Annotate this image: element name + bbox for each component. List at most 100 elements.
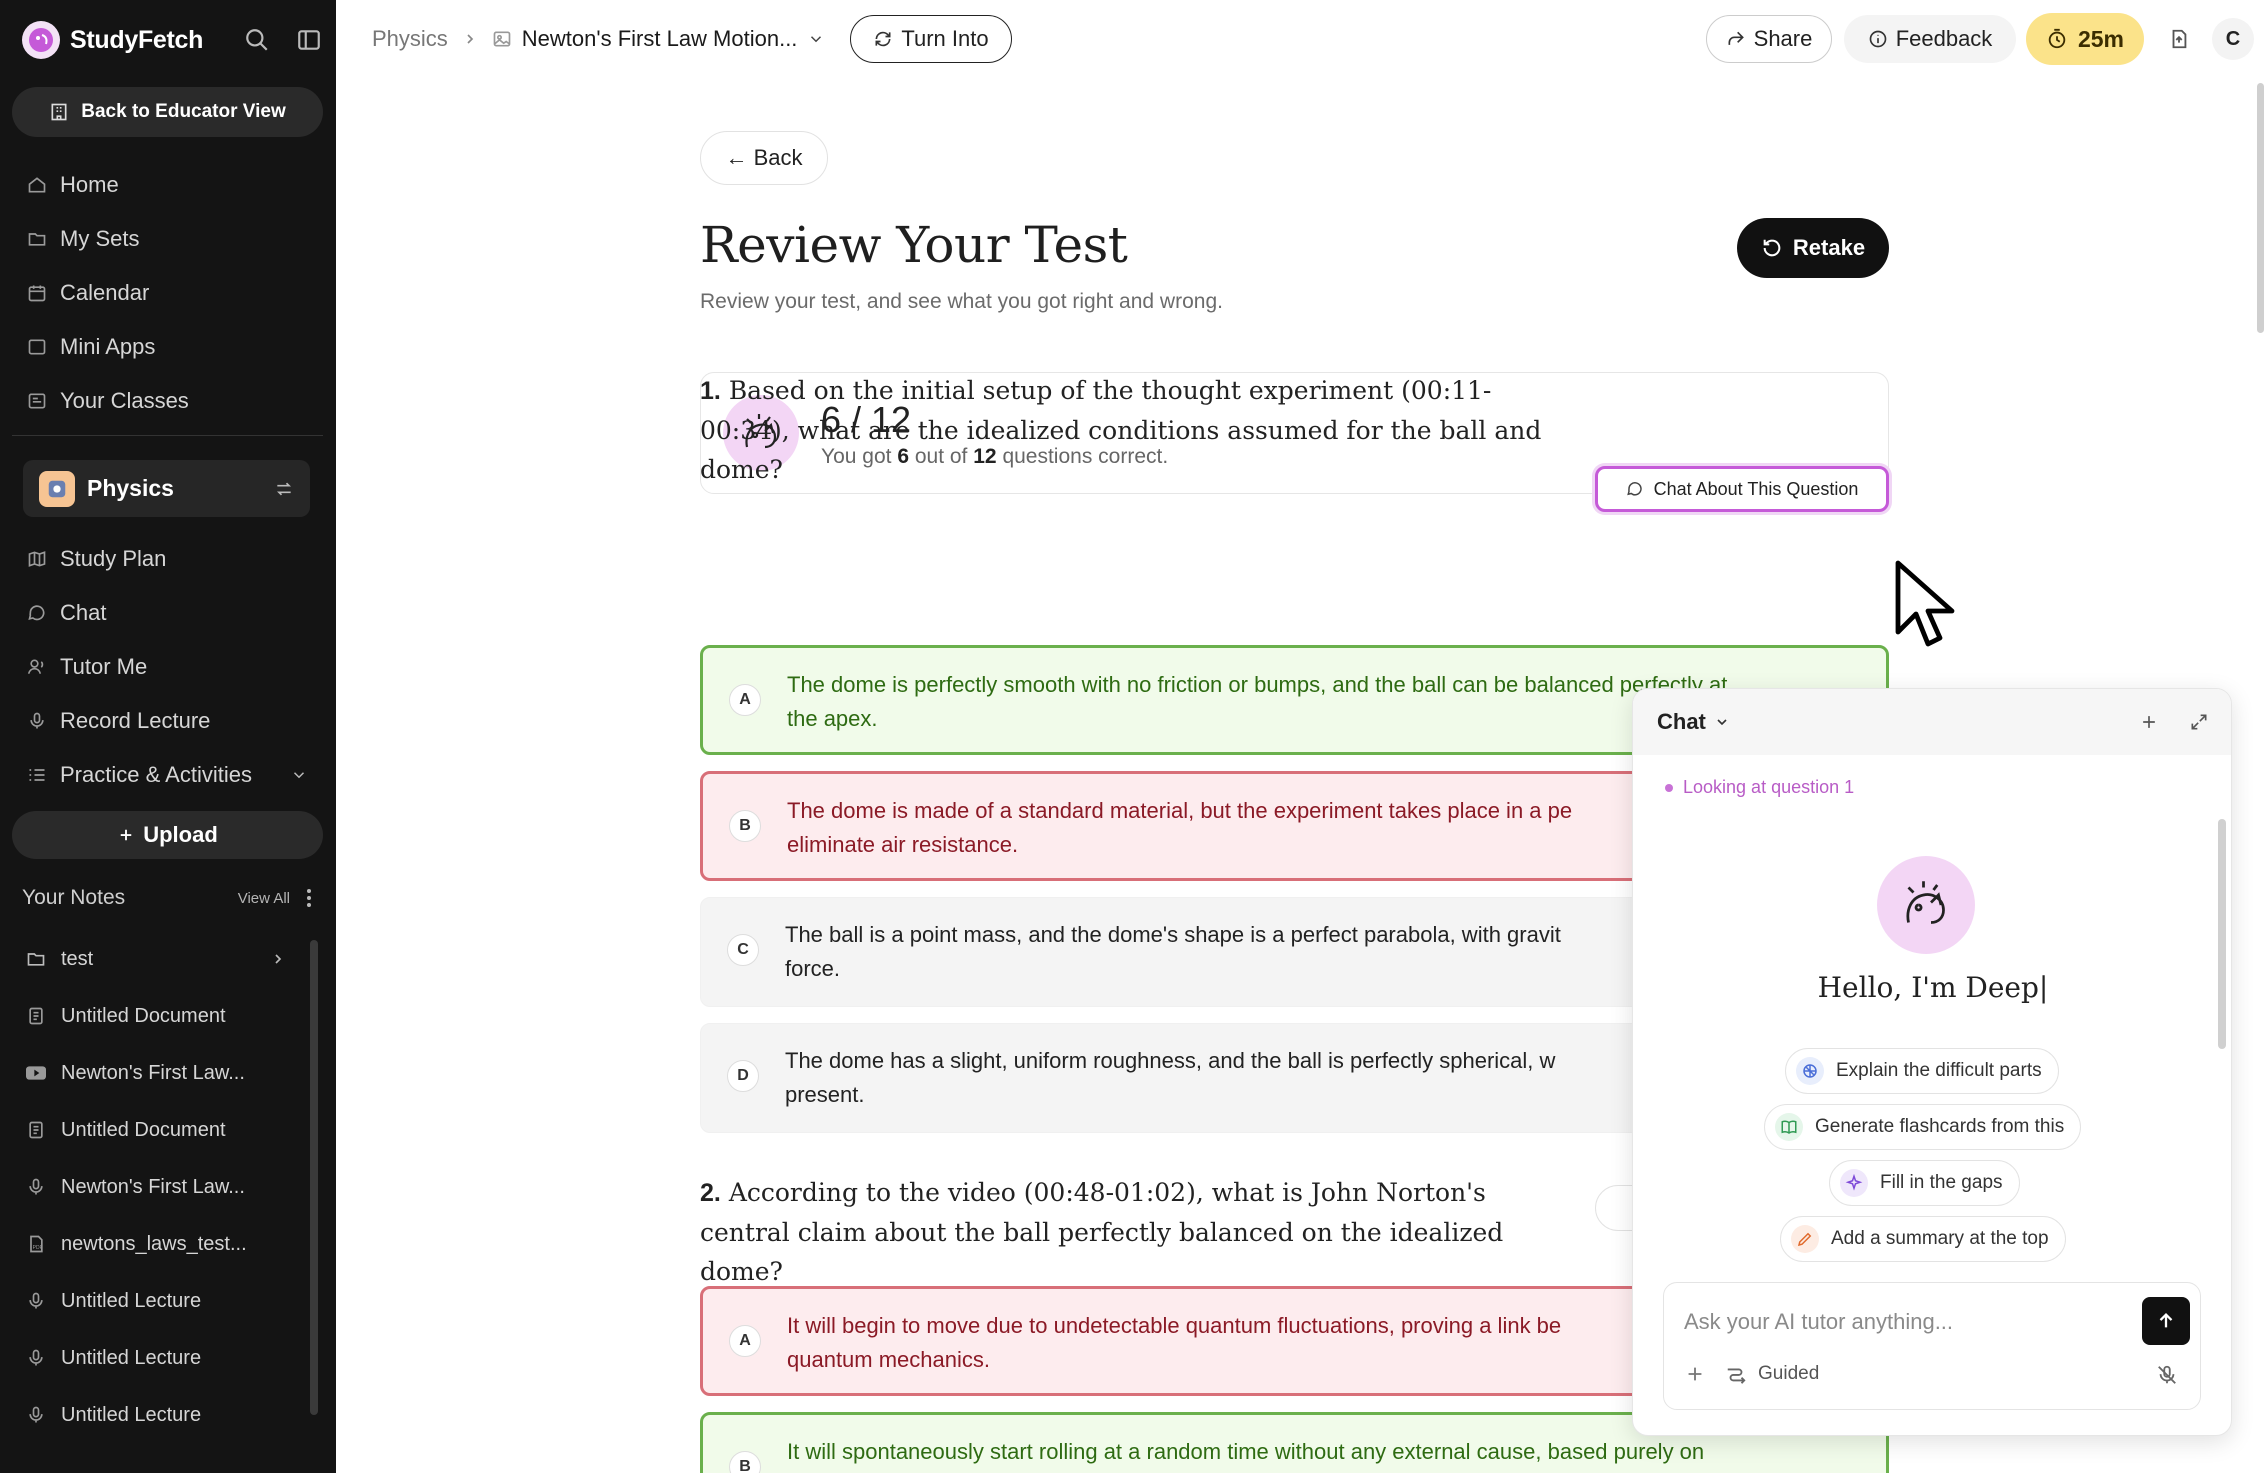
chat-input[interactable]: Ask your AI tutor anything... bbox=[1684, 1309, 1953, 1335]
turn-into-button[interactable]: Turn Into bbox=[850, 15, 1012, 63]
sidebar-item-tutor-me[interactable]: Tutor Me bbox=[0, 640, 336, 694]
note-item[interactable]: test bbox=[0, 934, 310, 984]
upload-button[interactable]: Upload bbox=[12, 811, 323, 859]
breadcrumb-root[interactable]: Physics bbox=[372, 26, 448, 52]
breadcrumb-current[interactable]: Newton's First Law Motion... bbox=[492, 26, 826, 52]
page-title: Review Your Test bbox=[700, 216, 1128, 274]
feedback-button[interactable]: Feedback bbox=[1844, 15, 2016, 63]
note-item[interactable]: Untitled Lecture bbox=[0, 1333, 310, 1383]
list-icon bbox=[26, 764, 48, 786]
chevron-down-icon[interactable] bbox=[288, 764, 310, 786]
pdf-icon: PDF bbox=[26, 1234, 46, 1254]
microphone-off-icon[interactable] bbox=[2156, 1363, 2178, 1387]
option-letter: C bbox=[727, 934, 759, 966]
sidebar-item-mini-apps[interactable]: Mini Apps bbox=[0, 320, 336, 374]
chat-scrollbar[interactable] bbox=[2218, 819, 2226, 1049]
sidebar-item-your-classes[interactable]: Your Classes bbox=[0, 374, 336, 428]
timer-label: 25m bbox=[2077, 25, 2125, 52]
expand-icon[interactable] bbox=[2189, 712, 2209, 732]
timer-badge[interactable]: 25m bbox=[2026, 13, 2144, 65]
chevron-down-icon[interactable] bbox=[1714, 714, 1730, 730]
plus-icon[interactable] bbox=[2139, 712, 2159, 732]
guided-mode-label: Guided bbox=[1758, 1363, 1820, 1384]
plus-icon[interactable] bbox=[1684, 1363, 1706, 1385]
chat-greeting: Hello, I'm Deep| bbox=[1817, 971, 2049, 1004]
share-button[interactable]: Share bbox=[1706, 15, 1832, 63]
class-icon bbox=[39, 470, 75, 507]
breadcrumb: Physics Newton's First Law Motion... bbox=[372, 0, 825, 78]
upload-label: Upload bbox=[143, 822, 218, 847]
switch-class-icon[interactable] bbox=[274, 479, 294, 499]
sparkle-icon bbox=[1840, 1169, 1868, 1197]
view-all-link[interactable]: View All bbox=[238, 890, 290, 907]
note-item[interactable]: PDF newtons_laws_test... bbox=[0, 1219, 310, 1269]
microphone-icon bbox=[26, 1291, 46, 1311]
guided-mode-toggle[interactable]: Guided bbox=[1724, 1363, 1819, 1385]
retake-button[interactable]: Retake bbox=[1737, 218, 1889, 278]
main-scrollbar[interactable] bbox=[2257, 83, 2264, 333]
brain-icon bbox=[1796, 1057, 1824, 1085]
studyfetch-logo[interactable] bbox=[22, 21, 60, 59]
info-icon bbox=[1868, 29, 1888, 49]
sidebar-item-label: Practice & Activities bbox=[60, 762, 252, 787]
chat-title[interactable]: Chat bbox=[1657, 709, 1706, 735]
chevron-right-icon[interactable] bbox=[268, 949, 288, 969]
sidebar-item-label: Mini Apps bbox=[60, 334, 156, 359]
option-letter: D bbox=[727, 1060, 759, 1092]
option-letter: B bbox=[729, 810, 761, 842]
suggestion-label: Generate flashcards from this bbox=[1815, 1116, 2065, 1137]
back-button[interactable]: ← Back bbox=[700, 131, 828, 185]
status-dot bbox=[1665, 783, 1673, 792]
class-selector[interactable]: Physics bbox=[23, 460, 310, 517]
search-icon[interactable] bbox=[244, 27, 270, 53]
sidebar-item-record-lecture[interactable]: Record Lecture bbox=[0, 694, 336, 748]
note-item[interactable]: Newton's First Law... bbox=[0, 1048, 310, 1098]
suggestion-chip[interactable]: Generate flashcards from this bbox=[1764, 1104, 2082, 1150]
more-vertical-icon[interactable] bbox=[306, 888, 312, 908]
note-label: Untitled Lecture bbox=[61, 1346, 202, 1369]
note-item[interactable]: Untitled Document bbox=[0, 991, 310, 1041]
user-avatar[interactable]: C bbox=[2212, 18, 2254, 60]
sidebar-item-label: Tutor Me bbox=[60, 654, 148, 679]
folder-icon bbox=[26, 949, 46, 969]
sidebar-item-chat[interactable]: Chat bbox=[0, 586, 336, 640]
chat-bubble-icon bbox=[1626, 480, 1644, 498]
deep-mascot-avatar bbox=[1877, 856, 1975, 954]
sidebar-item-study-plan[interactable]: Study Plan bbox=[0, 532, 336, 586]
microphone-icon bbox=[26, 1177, 46, 1197]
suggestion-chip[interactable]: Explain the difficult parts bbox=[1785, 1048, 2059, 1094]
sidebar-header: StudyFetch bbox=[22, 18, 322, 62]
sidebar-item-calendar[interactable]: Calendar bbox=[0, 266, 336, 320]
note-item[interactable]: Untitled Lecture bbox=[0, 1276, 310, 1326]
send-button[interactable] bbox=[2142, 1297, 2190, 1345]
plus-icon bbox=[117, 826, 135, 844]
sidebar-item-label: Home bbox=[60, 172, 119, 197]
suggestion-chip[interactable]: Fill in the gaps bbox=[1829, 1160, 2020, 1206]
chat-input-box[interactable]: Ask your AI tutor anything... Guided bbox=[1663, 1282, 2201, 1410]
sidebar-toggle-icon[interactable] bbox=[296, 27, 322, 53]
document-icon bbox=[26, 1006, 46, 1026]
suggestion-label: Add a summary at the top bbox=[1831, 1228, 2049, 1249]
question-text: 1. Based on the initial setup of the tho… bbox=[700, 376, 1542, 484]
note-label: Newton's First Law... bbox=[61, 1175, 245, 1198]
note-label: Untitled Document bbox=[61, 1004, 226, 1027]
youtube-icon bbox=[26, 1063, 46, 1083]
export-file-icon[interactable] bbox=[2168, 27, 2190, 51]
note-label: Untitled Lecture bbox=[61, 1289, 202, 1312]
suggestion-chip[interactable]: Add a summary at the top bbox=[1780, 1216, 2066, 1262]
note-item[interactable]: Untitled Document bbox=[0, 1105, 310, 1155]
note-item[interactable]: Untitled Lecture bbox=[0, 1390, 310, 1440]
feedback-label: Feedback bbox=[1895, 26, 1993, 51]
note-label: test bbox=[61, 947, 94, 970]
sidebar-item-my-sets[interactable]: My Sets bbox=[0, 212, 336, 266]
chat-about-question-button[interactable]: Chat About This Question bbox=[1595, 466, 1889, 512]
note-label: Newton's First Law... bbox=[61, 1061, 245, 1084]
note-item[interactable]: Newton's First Law... bbox=[0, 1162, 310, 1212]
sidebar-item-practice-activities[interactable]: Practice & Activities bbox=[0, 748, 336, 802]
map-icon bbox=[26, 548, 48, 570]
arrow-up-icon bbox=[2155, 1310, 2177, 1332]
back-to-educator-button[interactable]: Back to Educator View bbox=[12, 87, 323, 137]
chevron-right-icon bbox=[462, 31, 478, 47]
sidebar-item-home[interactable]: Home bbox=[0, 158, 336, 212]
sidebar-scrollbar[interactable] bbox=[310, 940, 318, 1415]
